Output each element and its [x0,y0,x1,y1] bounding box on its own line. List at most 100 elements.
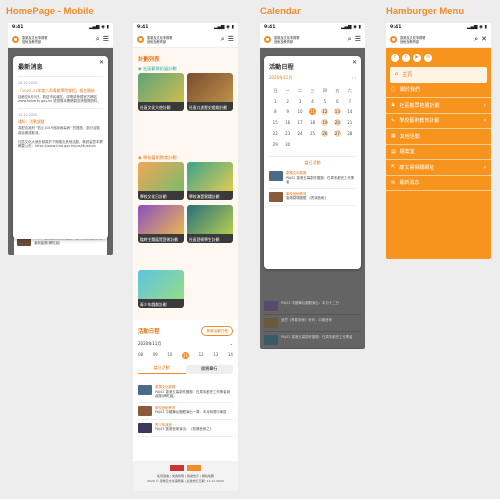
chevron-down-icon[interactable]: ⌄ [230,341,233,347]
hamburger-icon[interactable]: ☰ [228,36,234,43]
weekday-label: 六 [347,88,352,93]
close-icon[interactable]: ✕ [352,59,357,66]
month-nav[interactable]: ‹ › [352,75,356,81]
day-cell[interactable]: 22 [269,131,281,137]
tab-today[interactable]: 當日活動 [138,365,186,374]
day-cell[interactable]: 15 [269,120,281,126]
day-cell-selected[interactable]: 11 [306,108,318,115]
day-cell[interactable]: 17 [294,120,306,126]
search-icon[interactable]: ⌕ [96,36,100,43]
day-cell[interactable]: 25 [306,131,318,137]
lcsd-logo[interactable] [137,36,144,43]
programme-tile[interactable]: 社區藝術學生計劃 [187,205,233,243]
menu-item-label: 其他活動 [399,133,420,140]
day-cell[interactable]: 13 [213,352,218,359]
event-item[interactable]: 劇場文化劇團 PAJ02 香港五幕劇作團團：在周末都完工作業者 [269,168,356,189]
chevron-right-icon[interactable]: › [484,102,486,109]
menu-item[interactable]: ⓘ 關於我們 [386,83,491,98]
day-cell [294,142,306,147]
day-cell[interactable]: 10 [294,109,306,115]
menu-item[interactable]: ✎ 學校藝術教育計劃 › [386,114,491,129]
day-cell[interactable]: 1 [269,99,281,104]
close-icon[interactable]: ✕ [481,36,487,43]
menu-item[interactable]: ⇱ 康文署相關網址 › [386,160,491,176]
day-cell[interactable]: 2 [281,99,293,104]
week-strip: 08 09 10 11 12 13 14 [138,352,233,359]
weekday-label: 二 [298,88,303,93]
day-cell[interactable]: 13 [331,108,343,115]
day-cell[interactable]: 29 [269,142,281,147]
day-cell[interactable]: 12 [199,352,204,359]
day-cell[interactable]: 26 [319,130,331,137]
news-item[interactable]: 28.10.2020 「2020-22年度八和粵劇學院課程」報名開始 延續至8月… [18,76,103,104]
day-cell[interactable]: 16 [281,120,293,126]
event-item[interactable]: 學校藝術教育 香港劇場團體 《表演藝術》 [269,189,356,206]
day-cell[interactable]: 4 [306,99,318,104]
hamburger-icon[interactable]: ☰ [103,36,109,43]
programme-tile[interactable]: 青少年戲劇計劃 [138,270,184,308]
day-cell-selected[interactable]: 11 [181,352,190,359]
day-cell[interactable]: 18 [306,120,318,126]
news-title[interactable]: 通知：活動調整 [18,119,103,124]
day-cell[interactable]: 7 [344,99,356,104]
close-icon[interactable]: ✕ [99,59,104,66]
day-cell[interactable]: 5 [319,99,331,104]
app-header: 康樂及文化事務署 藝術及教育部 ⌕ ☰ [133,32,238,48]
day-cell[interactable]: 14 [344,109,356,115]
menu-item[interactable]: ▤ 檔案室 [386,145,491,160]
search-icon[interactable]: ⌕ [348,36,352,43]
partner-logo[interactable] [187,465,201,471]
view-calendar-button[interactable]: 參觀活動日程 [201,326,233,336]
twitter-icon[interactable]: t [402,54,410,62]
day-cell[interactable]: 8 [269,109,281,115]
event-item[interactable]: 劇場文化劇團 PAJ02 香港五幕劇作團團：在周末都完工作業者與曲團(網紅組) [138,382,233,403]
youtube-icon[interactable]: ▶ [413,54,421,62]
menu-item[interactable]: ✉ 最新消息 [386,176,491,191]
news-item[interactable]: 12.10.2020 通知：活動調整 為配合政府 "防止2019冠狀病毒病" 的… [18,107,103,136]
chevron-right-icon[interactable]: › [484,164,486,171]
day-cell[interactable]: 3 [294,99,306,104]
day-cell[interactable]: 19 [319,119,331,126]
hamburger-icon[interactable]: ☰ [355,36,361,43]
day-cell[interactable]: 24 [294,131,306,137]
day-cell[interactable]: 28 [344,131,356,137]
partner-logo[interactable] [170,465,184,471]
day-cell[interactable]: 09 [153,352,158,359]
menu-item-label: 康文署相關網址 [399,164,435,171]
event-item[interactable]: 青少年演藝 PAJ03 香港藝術演出：《知識藝術之》 [138,420,233,437]
day-cell[interactable]: 30 [281,142,293,147]
menu-item[interactable]: ▦ 其他活動 [386,129,491,145]
programme-tile[interactable]: 社區口述歷史戲劇計劃 [187,73,233,111]
menu-item-icon: ♟ [391,102,396,109]
day-cell[interactable]: 10 [167,352,172,359]
search-icon[interactable]: ⌕ [474,36,478,43]
programme-tile[interactable]: 臨時主題展覽藝術計劃 [138,205,184,243]
menu-item[interactable]: ♟ 社區觀眾拓展計劃 › [386,98,491,114]
menu-item-label: 主頁 [402,71,413,78]
day-cell[interactable]: 08 [138,352,143,359]
lcsd-logo[interactable] [12,36,19,43]
day-cell[interactable]: 27 [331,130,343,137]
programme-tile[interactable]: 社區文化大使計劃 [138,73,184,111]
event-item[interactable]: 學校藝術教育 PAJ03 中國舞台團體演出一場：本月時間中東區 [138,403,233,420]
programme-tile[interactable]: 學校演藝實踐計劃 [187,162,233,200]
facebook-icon[interactable]: f [391,54,399,62]
tab-upcoming[interactable]: 即將舉行 [185,365,233,374]
mail-icon[interactable]: ✉ [424,54,432,62]
day-cell[interactable]: 21 [344,120,356,126]
day-cell[interactable]: 14 [228,352,233,359]
menu-item[interactable]: ⌂ 主頁 [390,67,487,83]
col-title-menu: Hamburger Menu [386,6,465,17]
day-cell[interactable]: 9 [281,109,293,115]
day-cell[interactable]: 20 [331,119,343,126]
lcsd-logo[interactable] [264,36,271,43]
programme-tile[interactable]: 學校文化日計劃 [138,162,184,200]
status-bar: 9:41 ▂▄▆ ◉ ▮ [390,25,487,30]
day-cell[interactable]: 23 [281,131,293,137]
lcsd-logo[interactable] [390,36,397,43]
news-title[interactable]: 「2020-22年度八和粵劇學院課程」報名開始 [18,88,103,93]
search-icon[interactable]: ⌕ [221,36,225,43]
day-cell[interactable]: 6 [331,99,343,104]
day-cell[interactable]: 12 [319,108,331,115]
chevron-right-icon[interactable]: › [484,117,486,124]
